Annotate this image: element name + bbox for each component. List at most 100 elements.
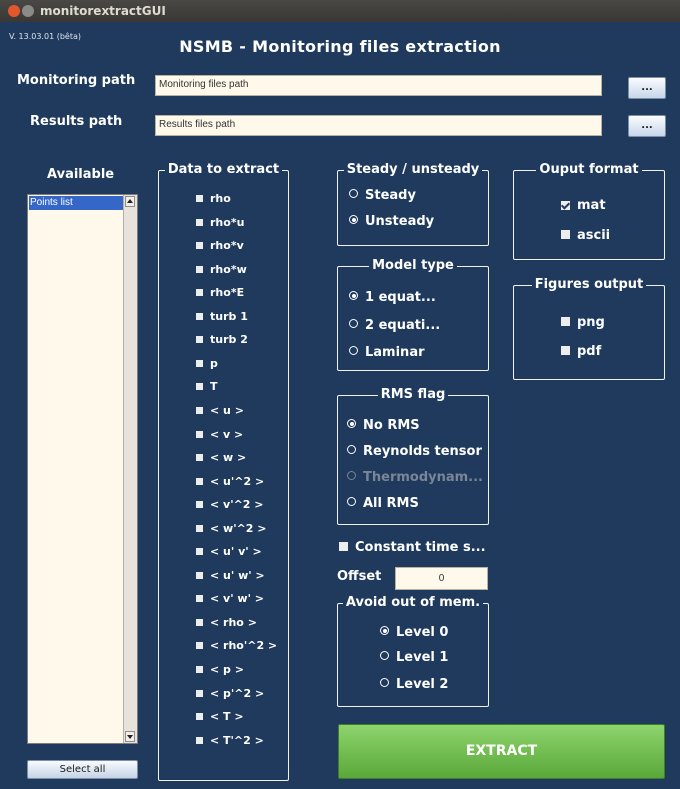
listbox-scrollbar[interactable] (123, 195, 137, 743)
checkbox-icon (196, 242, 203, 250)
radio-selected-icon (380, 626, 389, 635)
checkbox-icon (196, 571, 203, 579)
checkbox-icon (196, 666, 203, 673)
radio-thermodynamic: Thermodynam... (347, 470, 483, 485)
offset-input[interactable]: 0 (395, 567, 488, 590)
radio-icon (349, 346, 358, 355)
checkbox-checked-icon (561, 201, 570, 210)
arrow-up-icon (127, 199, 133, 203)
radio-2-equations[interactable]: 2 equati... (349, 318, 440, 333)
checkbox-icon (196, 336, 203, 344)
radio-no-rms[interactable]: No RMS (347, 418, 420, 433)
radio-icon (380, 651, 389, 660)
extract-checkbox[interactable]: < v'^2 > (196, 498, 264, 511)
radio-icon (349, 319, 358, 328)
checkbox-icon (196, 477, 203, 485)
checkbox-icon (196, 689, 203, 697)
extract-checkbox[interactable]: p (196, 357, 218, 370)
extract-checkbox[interactable]: < T'^2 > (196, 734, 264, 747)
results-path-input[interactable]: Results files path (155, 115, 602, 136)
available-label: Available (47, 167, 115, 182)
radio-icon (349, 189, 358, 198)
checkbox-icon (196, 430, 203, 438)
extract-checkbox[interactable]: rho (196, 192, 231, 205)
scroll-up-button[interactable] (125, 196, 135, 207)
steady-panel: Steady / unsteady (337, 162, 489, 246)
radio-all-rms[interactable]: All RMS (347, 496, 419, 511)
radio-selected-icon (347, 419, 356, 428)
extract-checkbox[interactable]: turb 1 (196, 310, 248, 323)
constant-time-checkbox[interactable]: Constant time s... (339, 540, 486, 555)
figures-output-panel: Figures output (513, 277, 665, 380)
extract-checkbox[interactable]: < v > (196, 428, 243, 441)
extract-checkbox[interactable]: < T > (196, 710, 244, 723)
extract-checkbox[interactable]: < u' w' > (196, 569, 265, 582)
extract-checkbox[interactable]: < u'^2 > (196, 475, 264, 488)
extract-checkbox[interactable]: < p'^2 > (196, 687, 264, 700)
extract-checkbox[interactable]: < w > (196, 451, 246, 464)
radio-level-1[interactable]: Level 1 (380, 650, 448, 665)
data-to-extract-title: Data to extract (164, 162, 283, 177)
checkbox-icon (196, 524, 203, 532)
checkbox-icon (339, 542, 348, 551)
radio-reynolds-tensor[interactable]: Reynolds tensor (347, 444, 482, 459)
extract-checkbox[interactable]: rho*v (196, 239, 244, 252)
radio-icon (347, 497, 356, 506)
radio-laminar[interactable]: Laminar (349, 345, 425, 360)
checkbox-icon (196, 595, 203, 603)
radio-level-2[interactable]: Level 2 (380, 677, 448, 692)
radio-steady[interactable]: Steady (349, 188, 416, 203)
extract-checkbox[interactable]: < rho'^2 > (196, 639, 277, 652)
window-titlebar: monitorextractGUI (0, 0, 680, 22)
extract-checkbox[interactable]: < u > (196, 404, 244, 417)
results-browse-button[interactable]: ... (628, 115, 666, 137)
monitoring-path-label: Monitoring path (17, 73, 136, 88)
extract-checkbox[interactable]: < w'^2 > (196, 522, 267, 535)
arrow-down-icon (127, 735, 133, 739)
scroll-down-button[interactable] (125, 731, 135, 742)
extract-checkbox[interactable]: rho*u (196, 216, 244, 229)
checkbox-icon (196, 501, 203, 509)
monitoring-browse-button[interactable]: ... (628, 77, 666, 99)
extract-checkbox[interactable]: < v' w' > (196, 592, 264, 605)
checkbox-pdf[interactable]: pdf (561, 344, 601, 359)
extract-checkbox[interactable]: < p > (196, 663, 244, 676)
extract-checkbox[interactable]: rho*w (196, 263, 247, 276)
checkbox-icon (196, 736, 203, 744)
extract-checkbox[interactable]: rho*E (196, 286, 244, 299)
extract-checkbox[interactable]: turb 2 (196, 333, 248, 346)
radio-level-0[interactable]: Level 0 (380, 625, 448, 640)
minimize-window-icon[interactable] (22, 5, 34, 17)
radio-selected-icon (349, 291, 358, 300)
rms-flag-title: RMS flag (377, 387, 449, 402)
checkbox-png[interactable]: png (561, 315, 605, 330)
close-window-icon[interactable] (8, 5, 20, 17)
results-path-label: Results path (30, 114, 123, 129)
extract-checkbox[interactable]: < rho > (196, 616, 257, 629)
checkbox-icon (196, 218, 203, 226)
checkbox-icon (196, 383, 203, 391)
points-listbox[interactable]: Points list (27, 194, 138, 744)
memory-title: Avoid out of mem. (342, 595, 484, 610)
radio-unsteady[interactable]: Unsteady (349, 214, 434, 229)
checkbox-icon (196, 548, 203, 556)
checkbox-icon (196, 642, 203, 650)
offset-label: Offset (337, 569, 382, 584)
checkbox-ascii[interactable]: ascii (561, 228, 610, 243)
list-item[interactable]: Points list (29, 196, 126, 210)
radio-icon (380, 678, 389, 687)
app-title: NSMB - Monitoring files extraction (179, 37, 501, 56)
extract-checkbox[interactable]: < u' v' > (196, 545, 262, 558)
radio-selected-icon (349, 215, 358, 224)
checkbox-icon (196, 713, 203, 721)
checkbox-icon (196, 312, 203, 320)
extract-button[interactable]: EXTRACT (338, 724, 665, 779)
radio-1-equation[interactable]: 1 equat... (349, 290, 436, 305)
figures-output-title: Figures output (531, 277, 647, 292)
monitoring-path-input[interactable]: Monitoring files path (155, 75, 602, 96)
checkbox-icon (196, 195, 203, 202)
extract-checkbox[interactable]: T (196, 380, 218, 393)
checkbox-mat[interactable]: mat (561, 198, 606, 213)
select-all-button[interactable]: Select all (27, 760, 138, 779)
checkbox-icon (196, 289, 203, 297)
